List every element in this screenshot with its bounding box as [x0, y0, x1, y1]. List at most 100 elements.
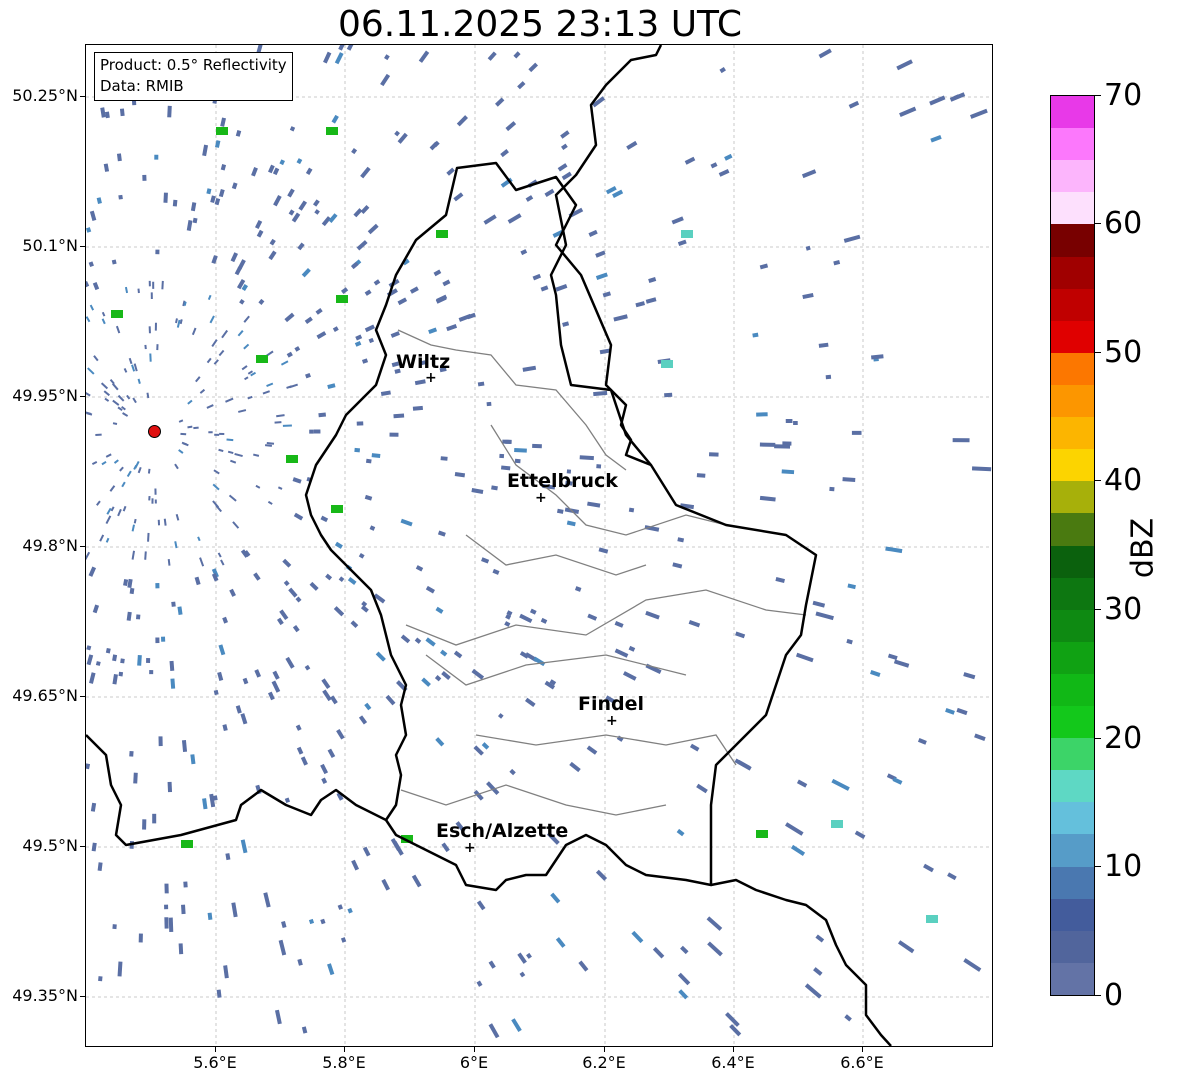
radar-echo [397, 297, 408, 306]
radar-echo [440, 456, 448, 461]
radar-echo [192, 217, 198, 224]
radar-echo [347, 907, 353, 914]
radar-echo [206, 404, 214, 409]
radar-echo [112, 924, 117, 930]
radar-echo [222, 616, 228, 624]
radar-echo [361, 601, 368, 607]
radar-echo [241, 365, 248, 371]
radar-echo [829, 486, 835, 492]
radar-echo [846, 638, 853, 645]
radar-echo [892, 777, 903, 785]
radar-echo [833, 260, 841, 266]
radar-echo [677, 537, 685, 543]
radar-echo [150, 292, 153, 300]
radar-echo [434, 675, 442, 682]
radar-echo [264, 444, 273, 447]
radar-echo [258, 298, 265, 305]
radar-echo [169, 660, 175, 671]
radar-echo [286, 351, 293, 358]
radar-echo [214, 433, 220, 436]
radar-echo [105, 537, 110, 543]
radar-echo [781, 469, 795, 475]
radar-echo [208, 431, 213, 434]
german-border [549, 45, 663, 466]
radar-echo [735, 631, 746, 639]
radar-echo [917, 738, 927, 745]
radar-echo [123, 367, 128, 373]
colorbar-segment [1051, 705, 1094, 739]
radar-echo [287, 188, 295, 198]
radar-echo [126, 470, 132, 478]
radar-echo [109, 485, 116, 492]
radar-echo [282, 424, 292, 427]
map-canvas [86, 45, 992, 1046]
radar-echo [309, 581, 319, 591]
radar-echo [226, 438, 234, 442]
radar-echo [338, 576, 345, 583]
radar-echo [336, 729, 345, 740]
radar-echo [923, 863, 934, 873]
radar-echo [300, 756, 308, 766]
colorbar-segment [1051, 866, 1094, 899]
colorbar-segment [1051, 448, 1094, 482]
radar-echo [476, 980, 483, 987]
radar-echo [488, 1023, 500, 1039]
radar-echo [418, 50, 430, 63]
radar-echo [119, 108, 125, 117]
radar-echo [154, 488, 157, 495]
radar-echo [381, 878, 391, 891]
radar-echo [505, 121, 517, 132]
radar-echo [337, 904, 343, 910]
radar-echo [194, 576, 201, 586]
radar-echo [350, 620, 359, 629]
radar-echo [759, 263, 769, 270]
radar-echo [550, 892, 561, 904]
city-marker-findel: + [606, 713, 618, 729]
radar-echo [244, 376, 249, 381]
radar-echo [652, 946, 665, 959]
radar-echo [380, 73, 391, 87]
radar-echo [164, 917, 169, 929]
radar-echo [628, 645, 636, 652]
radar-echo [93, 355, 99, 362]
lat-label: 49.65°N [12, 686, 78, 705]
colorbar-label: 10 [1104, 849, 1143, 884]
radar-echo [127, 578, 133, 588]
lat-tick [80, 546, 85, 547]
radar-echo [360, 205, 370, 214]
radar-echo [131, 524, 135, 532]
colorbar-tick [1095, 95, 1101, 96]
radar-echo [729, 1024, 742, 1037]
radar-echo [525, 195, 534, 202]
radar-echo [101, 460, 107, 466]
lat-tick [80, 846, 85, 847]
radar-echo [415, 565, 424, 572]
radar-echo-cell [326, 127, 338, 135]
radar-echo [963, 672, 976, 680]
radar-echo [458, 313, 472, 322]
radar-echo [333, 606, 345, 617]
colorbar-segment [1051, 512, 1094, 546]
radar-echo [327, 748, 336, 759]
radar-echo [899, 106, 917, 117]
canton-boundary [397, 329, 807, 816]
radar-echo [230, 459, 237, 464]
colorbar-segment [1051, 191, 1094, 225]
radar-echo [696, 473, 706, 478]
radar-map[interactable] [85, 44, 993, 1047]
radar-echo [115, 325, 121, 334]
radar-echo [364, 702, 372, 711]
radar-echo [393, 413, 405, 419]
radar-echo [289, 126, 296, 132]
radar-echo [101, 311, 106, 317]
radar-echo [334, 52, 344, 65]
radar-echo [844, 1014, 852, 1022]
radar-echo [209, 315, 215, 324]
radar-echo [588, 229, 598, 237]
radar-echo [540, 285, 549, 292]
radar-echo [284, 312, 295, 323]
radar-echo [969, 108, 988, 119]
colorbar-segment [1051, 545, 1094, 578]
lat-label: 50.1°N [22, 236, 78, 255]
radar-echo [645, 610, 660, 620]
